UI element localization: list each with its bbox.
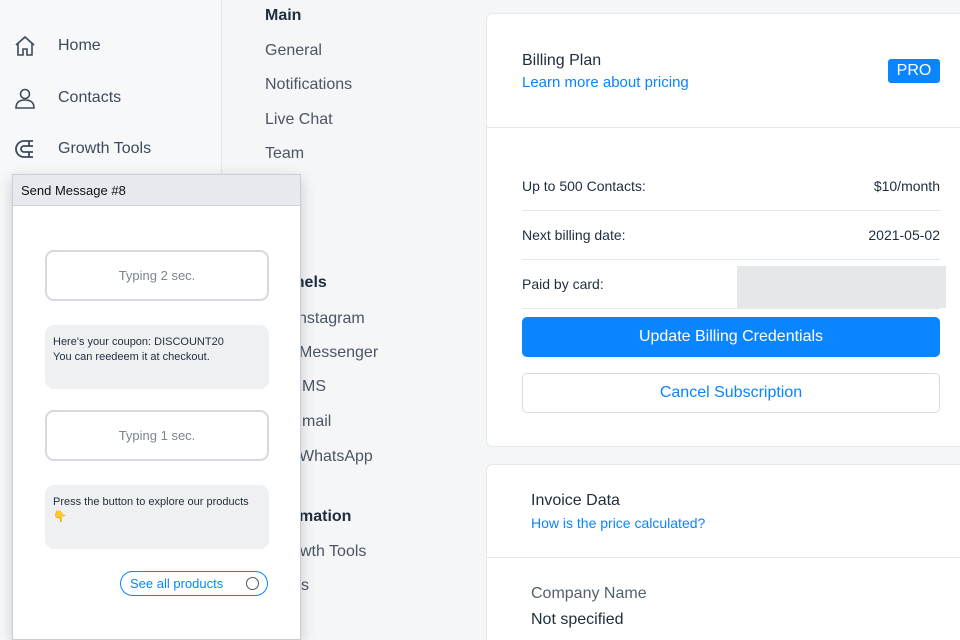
sidebar-item-growth-tools[interactable]: Growth Tools: [12, 133, 151, 165]
sidebar-item-label: Contacts: [58, 89, 122, 106]
invoice-data-card: Invoice Data How is the price calculated…: [486, 464, 960, 640]
sidebar-item-label: Home: [58, 37, 101, 54]
message-text: You can reedeem it at checkout.: [53, 351, 210, 363]
circle-icon: [246, 577, 259, 590]
row-label: Next billing date:: [522, 227, 626, 243]
cancel-subscription-button[interactable]: Cancel Subscription: [522, 373, 940, 413]
company-name-label: Company Name: [531, 585, 647, 602]
update-billing-button[interactable]: Update Billing Credentials: [522, 317, 940, 357]
divider: [487, 127, 960, 128]
nav-heading-automation: mation: [299, 508, 352, 525]
send-message-window[interactable]: Send Message #8 Typing 2 sec. Here's you…: [12, 174, 301, 640]
divider: [522, 308, 940, 309]
row-label: Paid by card:: [522, 276, 604, 292]
window-title[interactable]: Send Message #8: [13, 175, 300, 206]
contacts-plan-row: Up to 500 Contacts: $10/month: [522, 162, 940, 210]
billing-plan-card: Billing Plan Learn more about pricing PR…: [486, 13, 960, 447]
magnet-icon: [12, 136, 38, 162]
nav-item-sms[interactable]: MS: [302, 378, 326, 396]
next-billing-row: Next billing date: 2021-05-02: [522, 211, 940, 259]
message-bubble[interactable]: Press the button to explore our products…: [45, 485, 269, 549]
nav-item-live-chat[interactable]: Live Chat: [265, 111, 333, 129]
price-calculation-link[interactable]: How is the price calculated?: [531, 515, 705, 531]
row-value: $10/month: [873, 178, 940, 194]
nav-item-email[interactable]: mail: [302, 413, 331, 431]
nav-item-team[interactable]: Team: [265, 145, 304, 163]
billing-plan-title: Billing Plan: [522, 52, 602, 69]
row-value: 2021-05-02: [868, 227, 940, 243]
nav-item-notifications[interactable]: Notifications: [265, 76, 352, 94]
message-bubble[interactable]: Here's your coupon: DISCOUNT20 You can r…: [45, 325, 269, 389]
nav-item-partial[interactable]: s: [301, 577, 309, 595]
home-icon: [12, 33, 38, 59]
company-name-value: Not specified: [531, 611, 624, 628]
sidebar-item-contacts[interactable]: Contacts: [12, 82, 121, 114]
plan-badge: PRO: [888, 59, 940, 83]
see-all-products-button[interactable]: See all products: [120, 571, 268, 596]
nav-heading-main: Main: [265, 7, 302, 24]
message-text: Here's your coupon: DISCOUNT20: [53, 336, 224, 348]
pointing-down-emoji: 👇: [53, 511, 67, 523]
sidebar-item-home[interactable]: Home: [12, 30, 101, 62]
user-icon: [12, 85, 38, 111]
message-text: Press the button to explore our products: [53, 496, 249, 508]
card-details-redacted: [737, 266, 946, 308]
row-label: Up to 500 Contacts:: [522, 178, 646, 194]
nav-item-whatsapp[interactable]: WhatsApp: [299, 448, 373, 466]
nav-item-growth-tools[interactable]: wth Tools: [300, 543, 366, 561]
sidebar-item-label: Growth Tools: [58, 140, 152, 157]
invoice-title: Invoice Data: [531, 492, 620, 509]
divider: [487, 557, 960, 558]
typing-delay-block[interactable]: Typing 1 sec.: [45, 410, 269, 461]
typing-delay-block[interactable]: Typing 2 sec.: [45, 250, 269, 301]
button-label: See all products: [130, 576, 224, 591]
pricing-link[interactable]: Learn more about pricing: [522, 74, 689, 91]
nav-item-messenger[interactable]: Messenger: [299, 344, 378, 362]
nav-item-general[interactable]: General: [265, 42, 322, 60]
nav-item-instagram[interactable]: nstagram: [298, 310, 365, 328]
